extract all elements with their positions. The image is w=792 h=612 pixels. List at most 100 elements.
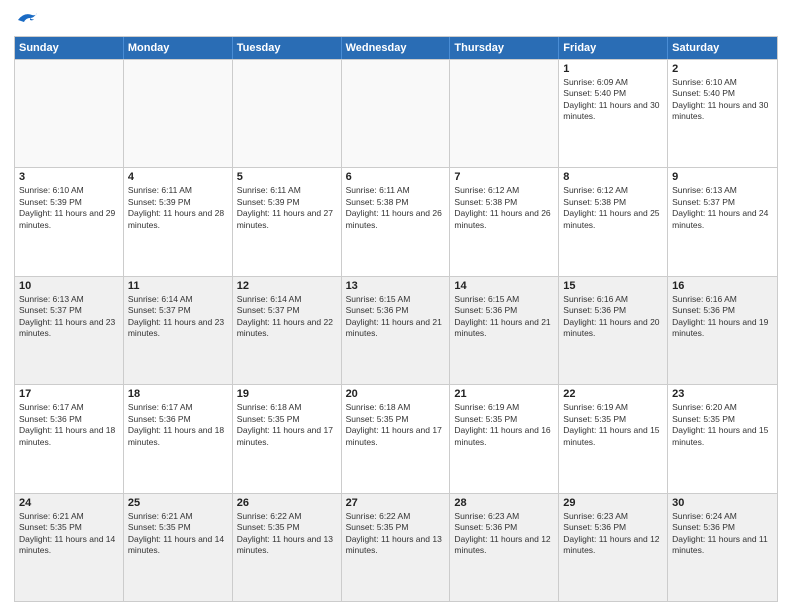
calendar-body: 1 Sunrise: 6:09 AMSunset: 5:40 PMDaylight… [15,59,777,601]
day-number: 29 [563,497,663,509]
day-number: 10 [19,280,119,292]
day-number: 2 [672,63,773,75]
weekday-header-friday: Friday [559,37,668,59]
day-number: 15 [563,280,663,292]
calendar-cell-4: 4 Sunrise: 6:11 AMSunset: 5:39 PMDaylight… [124,168,233,275]
header [14,10,778,28]
day-info: Sunrise: 6:22 AMSunset: 5:35 PMDaylight:… [237,511,337,557]
weekday-header-wednesday: Wednesday [342,37,451,59]
calendar-cell-14: 14Sunrise: 6:15 AMSunset: 5:36 PMDayligh… [450,277,559,384]
calendar-row-1: 3 Sunrise: 6:10 AMSunset: 5:39 PMDaylight… [15,167,777,275]
calendar-header: SundayMondayTuesdayWednesdayThursdayFrid… [15,37,777,59]
day-info: Sunrise: 6:11 AMSunset: 5:39 PMDaylight:… [128,185,228,231]
day-info: Sunrise: 6:18 AMSunset: 5:35 PMDaylight:… [237,402,337,448]
day-number: 5 [237,171,337,183]
calendar-cell-6: 6 Sunrise: 6:11 AMSunset: 5:38 PMDaylight… [342,168,451,275]
day-number: 8 [563,171,663,183]
day-number: 13 [346,280,446,292]
day-number: 6 [346,171,446,183]
weekday-header-tuesday: Tuesday [233,37,342,59]
day-info: Sunrise: 6:18 AMSunset: 5:35 PMDaylight:… [346,402,446,448]
calendar-row-2: 10 Sunrise: 6:13 AMSunset: 5:37 PMDayligh… [15,276,777,384]
day-info: Sunrise: 6:12 AMSunset: 5:38 PMDaylight:… [454,185,554,231]
day-number: 4 [128,171,228,183]
calendar-cell-25: 25 Sunrise: 6:21 AMSunset: 5:35 PMDayligh… [124,494,233,601]
calendar-cell-24: 24Sunrise: 6:21 AMSunset: 5:35 PMDayligh… [15,494,124,601]
day-info: Sunrise: 6:21 AMSunset: 5:35 PMDaylight:… [19,511,119,557]
calendar-cell-9: 9 Sunrise: 6:13 AMSunset: 5:37 PMDaylight… [668,168,777,275]
day-info: Sunrise: 6:23 AMSunset: 5:36 PMDaylight:… [563,511,663,557]
weekday-header-saturday: Saturday [668,37,777,59]
calendar-cell-2: 2 Sunrise: 6:10 AMSunset: 5:40 PMDaylight… [668,60,777,167]
calendar-cell-1: 1 Sunrise: 6:09 AMSunset: 5:40 PMDaylight… [559,60,668,167]
day-number: 14 [454,280,554,292]
day-number: 23 [672,388,773,400]
calendar-cell-21: 21 Sunrise: 6:19 AMSunset: 5:35 PMDayligh… [450,385,559,492]
day-number: 1 [563,63,663,75]
day-info: Sunrise: 6:17 AMSunset: 5:36 PMDaylight:… [19,402,119,448]
calendar-cell-23: 23 Sunrise: 6:20 AMSunset: 5:35 PMDayligh… [668,385,777,492]
day-info: Sunrise: 6:17 AMSunset: 5:36 PMDaylight:… [128,402,228,448]
calendar-cell-29: 29 Sunrise: 6:23 AMSunset: 5:36 PMDayligh… [559,494,668,601]
day-info: Sunrise: 6:16 AMSunset: 5:36 PMDaylight:… [563,294,663,340]
day-number: 3 [19,171,119,183]
calendar-cell-26: 26 Sunrise: 6:22 AMSunset: 5:35 PMDayligh… [233,494,342,601]
calendar-cell-empty-2 [233,60,342,167]
day-number: 28 [454,497,554,509]
day-number: 18 [128,388,228,400]
calendar-cell-empty-3 [342,60,451,167]
calendar-cell-7: 7Sunrise: 6:12 AMSunset: 5:38 PMDaylight… [450,168,559,275]
day-info: Sunrise: 6:13 AMSunset: 5:37 PMDaylight:… [672,185,773,231]
calendar-cell-15: 15 Sunrise: 6:16 AMSunset: 5:36 PMDayligh… [559,277,668,384]
day-number: 25 [128,497,228,509]
calendar-cell-13: 13Sunrise: 6:15 AMSunset: 5:36 PMDayligh… [342,277,451,384]
day-info: Sunrise: 6:22 AMSunset: 5:35 PMDaylight:… [346,511,446,557]
day-info: Sunrise: 6:14 AMSunset: 5:37 PMDaylight:… [128,294,228,340]
calendar-cell-19: 19 Sunrise: 6:18 AMSunset: 5:35 PMDayligh… [233,385,342,492]
day-info: Sunrise: 6:19 AMSunset: 5:35 PMDaylight:… [454,402,554,448]
day-info: Sunrise: 6:24 AMSunset: 5:36 PMDaylight:… [672,511,773,557]
day-number: 26 [237,497,337,509]
day-info: Sunrise: 6:11 AMSunset: 5:38 PMDaylight:… [346,185,446,231]
calendar-cell-empty-4 [450,60,559,167]
calendar-cell-5: 5Sunrise: 6:11 AMSunset: 5:39 PMDaylight… [233,168,342,275]
calendar-cell-3: 3 Sunrise: 6:10 AMSunset: 5:39 PMDaylight… [15,168,124,275]
day-info: Sunrise: 6:09 AMSunset: 5:40 PMDaylight:… [563,77,663,123]
day-number: 21 [454,388,554,400]
weekday-header-monday: Monday [124,37,233,59]
day-number: 17 [19,388,119,400]
calendar-row-4: 24Sunrise: 6:21 AMSunset: 5:35 PMDayligh… [15,493,777,601]
day-number: 12 [237,280,337,292]
day-number: 30 [672,497,773,509]
calendar-cell-22: 22Sunrise: 6:19 AMSunset: 5:35 PMDayligh… [559,385,668,492]
day-info: Sunrise: 6:23 AMSunset: 5:36 PMDaylight:… [454,511,554,557]
day-number: 20 [346,388,446,400]
logo-text [14,10,38,28]
day-info: Sunrise: 6:10 AMSunset: 5:39 PMDaylight:… [19,185,119,231]
day-info: Sunrise: 6:20 AMSunset: 5:35 PMDaylight:… [672,402,773,448]
calendar-cell-18: 18 Sunrise: 6:17 AMSunset: 5:36 PMDayligh… [124,385,233,492]
calendar-cell-17: 17 Sunrise: 6:17 AMSunset: 5:36 PMDayligh… [15,385,124,492]
calendar-cell-empty-0 [15,60,124,167]
calendar-cell-11: 11Sunrise: 6:14 AMSunset: 5:37 PMDayligh… [124,277,233,384]
calendar-cell-20: 20 Sunrise: 6:18 AMSunset: 5:35 PMDayligh… [342,385,451,492]
day-info: Sunrise: 6:13 AMSunset: 5:37 PMDaylight:… [19,294,119,340]
calendar-cell-empty-1 [124,60,233,167]
day-number: 19 [237,388,337,400]
calendar-cell-16: 16 Sunrise: 6:16 AMSunset: 5:36 PMDayligh… [668,277,777,384]
day-info: Sunrise: 6:21 AMSunset: 5:35 PMDaylight:… [128,511,228,557]
weekday-header-thursday: Thursday [450,37,559,59]
calendar-row-3: 17 Sunrise: 6:17 AMSunset: 5:36 PMDayligh… [15,384,777,492]
calendar-cell-27: 27 Sunrise: 6:22 AMSunset: 5:35 PMDayligh… [342,494,451,601]
weekday-header-sunday: Sunday [15,37,124,59]
day-info: Sunrise: 6:16 AMSunset: 5:36 PMDaylight:… [672,294,773,340]
day-number: 9 [672,171,773,183]
logo-bird-icon [16,10,38,28]
calendar-cell-28: 28 Sunrise: 6:23 AMSunset: 5:36 PMDayligh… [450,494,559,601]
day-info: Sunrise: 6:14 AMSunset: 5:37 PMDaylight:… [237,294,337,340]
day-info: Sunrise: 6:12 AMSunset: 5:38 PMDaylight:… [563,185,663,231]
day-number: 27 [346,497,446,509]
day-info: Sunrise: 6:10 AMSunset: 5:40 PMDaylight:… [672,77,773,123]
calendar-cell-30: 30 Sunrise: 6:24 AMSunset: 5:36 PMDayligh… [668,494,777,601]
day-number: 16 [672,280,773,292]
